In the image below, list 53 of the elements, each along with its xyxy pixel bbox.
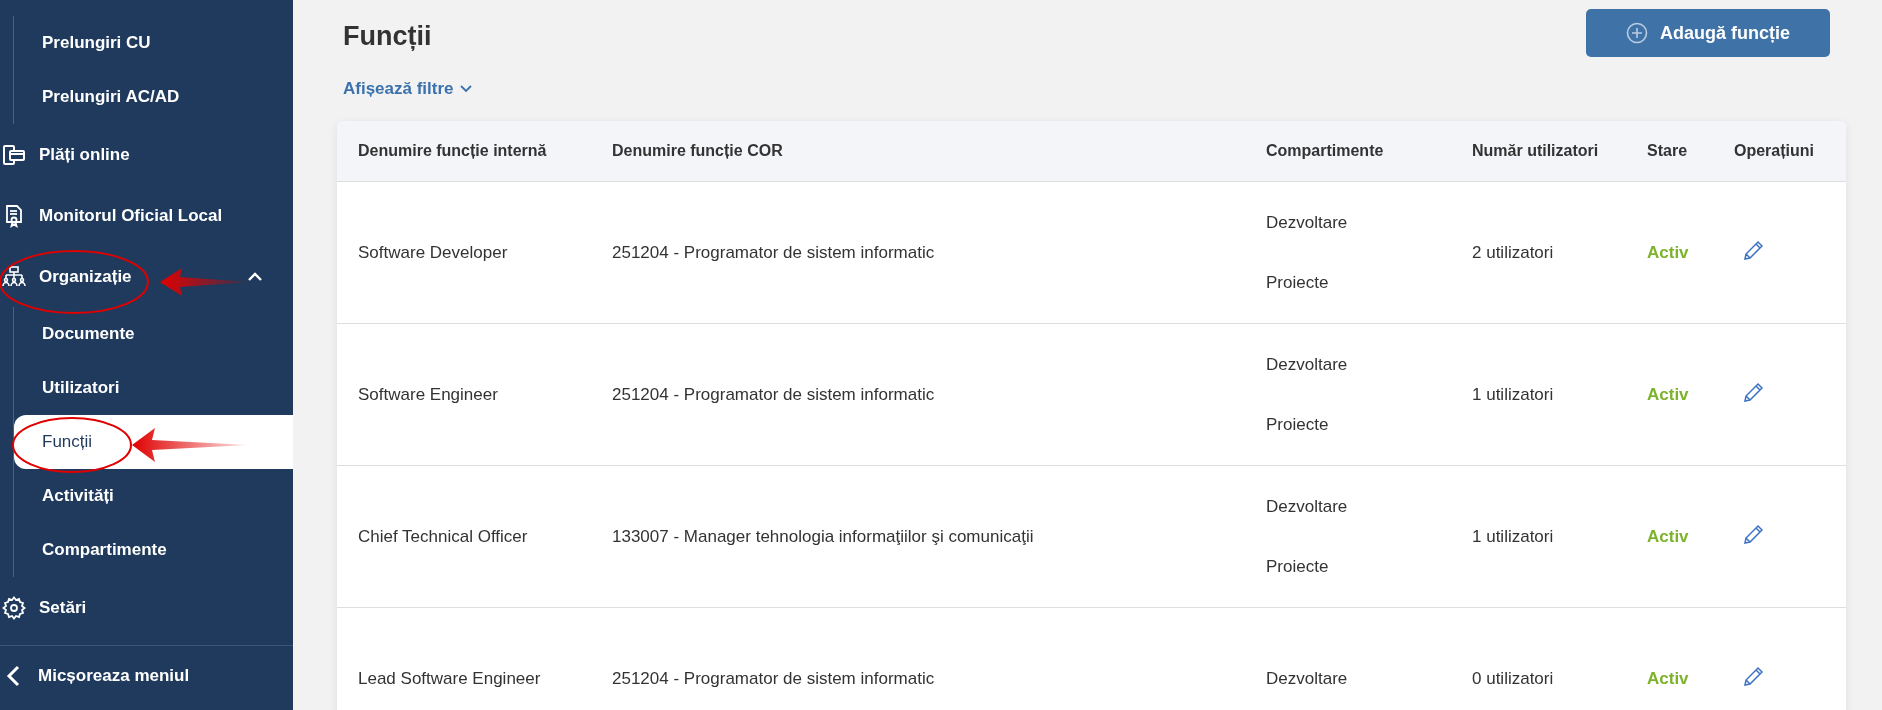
table-cell-text: 251204 - Programator de sistem informatic (612, 668, 936, 689)
edit-icon[interactable] (1742, 239, 1764, 262)
sidebar-item[interactable]: Setări (0, 577, 293, 638)
status-label: Activ (1647, 242, 1689, 262)
column-header: Stare (1647, 141, 1689, 161)
column-header: Denumire funcție internă (358, 141, 548, 161)
column-header: Compartimente (1266, 141, 1385, 161)
table-cell-text: 133007 - Manager tehnologia informaţiilor şi comunicaţii (612, 526, 1035, 547)
department-label: Dezvoltare (1266, 496, 1349, 517)
sidebar-subitem[interactable]: Utilizatori (14, 361, 293, 415)
department-label: Dezvoltare (1266, 354, 1349, 375)
sidebar-item[interactable]: Plăți online (0, 124, 293, 185)
collapse-menu-button[interactable]: Micșoreaza meniul (0, 645, 293, 706)
department-label: Proiecte (1266, 414, 1330, 435)
add-function-button[interactable]: Adaugă funcție (1586, 9, 1830, 57)
column-header: Număr utilizatori (1472, 141, 1600, 161)
status-label: Activ (1647, 526, 1689, 546)
edit-icon[interactable] (1742, 381, 1764, 404)
table-cell-text: 251204 - Programator de sistem informatic (612, 384, 936, 405)
chevron-left-icon (6, 665, 20, 687)
sidebar-subitem[interactable]: Activități (14, 469, 293, 523)
sidebar-subitem[interactable]: Prelungiri CU (14, 16, 293, 70)
edit-icon[interactable] (1742, 665, 1764, 688)
settings-icon (2, 595, 26, 620)
status-label: Activ (1647, 384, 1689, 404)
department-label: Proiecte (1266, 272, 1330, 293)
chevron-down-icon (459, 85, 472, 93)
table-cell-text: Lead Software Engineer (358, 668, 542, 689)
table-cell-text: 1 utilizatori (1472, 526, 1555, 547)
sidebar-item[interactable]: Monitorul Oficial Local (0, 185, 293, 246)
table-cell-text: Chief Technical Officer (358, 526, 529, 547)
department-label: Dezvoltare (1266, 212, 1349, 233)
show-filters-link[interactable]: Afișează filtre (343, 79, 472, 99)
table-cell-text: Software Developer (358, 242, 509, 263)
table-cell-text: Software Engineer (358, 384, 499, 405)
column-header: Denumire funcție COR (612, 141, 784, 161)
table-cell-text: 1 utilizatori (1472, 384, 1555, 405)
sidebar-subitem[interactable]: Funcții (14, 415, 293, 469)
sidebar-subitem[interactable]: Prelungiri AC/AD (14, 70, 293, 124)
plus-circle-icon (1626, 22, 1648, 44)
edit-icon[interactable] (1742, 523, 1764, 546)
table-cell-text: 0 utilizatori (1472, 668, 1555, 689)
org-chart-icon (2, 264, 26, 289)
table-cell-text: 251204 - Programator de sistem informatic (612, 242, 936, 263)
sidebar-subitem[interactable]: Documente (14, 307, 293, 361)
page-title: Funcții (343, 21, 432, 52)
table-cell-text: 2 utilizatori (1472, 242, 1555, 263)
department-label: Proiecte (1266, 556, 1330, 577)
status-label: Activ (1647, 668, 1689, 688)
department-label: Dezvoltare (1266, 668, 1349, 689)
column-header: Operațiuni (1734, 141, 1815, 161)
sidebar-item[interactable]: Organizație (0, 246, 293, 307)
sidebar-subitem[interactable]: Compartimente (14, 523, 293, 577)
